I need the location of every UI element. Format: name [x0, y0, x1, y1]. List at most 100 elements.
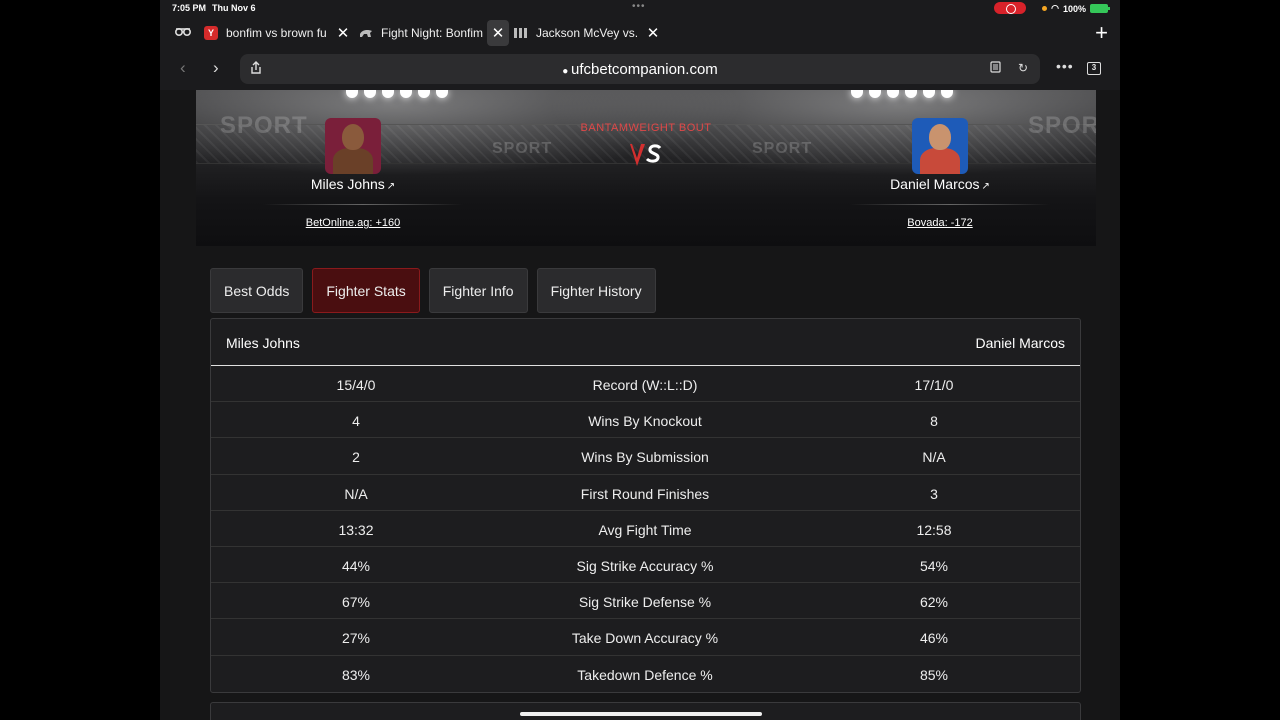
right-value: N/A: [922, 449, 946, 466]
back-icon[interactable]: ‹: [180, 58, 186, 78]
reload-icon[interactable]: ↻: [1018, 61, 1028, 75]
right-value: 85%: [919, 666, 949, 683]
status-bar: 7:05 PM Thu Nov 6 ••• ◠ 100%: [160, 0, 1120, 16]
screen-recording-icon[interactable]: [994, 2, 1026, 14]
cheetah-favicon-icon: [359, 26, 373, 40]
site-security-icon: ●: [562, 66, 572, 77]
tab-title: bonfim vs brown fu: [226, 26, 327, 40]
stat-label: Record (W::L::D): [592, 377, 698, 393]
status-date: Thu Nov 6: [212, 3, 256, 13]
url-text[interactable]: ● ufcbetcompanion.com: [240, 61, 1040, 78]
table-row: 2 Wins By Submission N/A: [211, 438, 1080, 475]
status-right: ◠ 100%: [1042, 3, 1110, 14]
fighter-card-left: Miles Johns ↗: [263, 118, 463, 205]
new-tab-icon[interactable]: +: [1095, 20, 1108, 46]
fight-section-tabs: Best Odds Fighter Stats Fighter Info Fig…: [210, 268, 656, 313]
external-link-icon: ↗: [386, 181, 396, 192]
tab-fighter-stats[interactable]: Fighter Stats: [312, 268, 420, 313]
avatar-head: [929, 124, 951, 150]
web-page: SPORT SPORT SPORT SPORT BANTAMWEIGHT BOU…: [160, 90, 1120, 720]
avatar-body: [920, 148, 960, 174]
table-row: 4 Wins By Knockout 8: [211, 402, 1080, 439]
stat-label: Sig Strike Defense %: [578, 594, 712, 611]
grid-favicon-icon: [514, 26, 528, 40]
home-indicator[interactable]: [520, 712, 762, 716]
left-value: N/A: [344, 485, 368, 502]
tab-fighter-history[interactable]: Fighter History: [536, 268, 656, 313]
left-value: 13:32: [338, 521, 374, 538]
stat-label: Takedown Defence %: [577, 666, 713, 683]
tab-title: Jackson McVey vs.: [536, 26, 639, 40]
table-row: 13:32 Avg Fight Time 12:58: [211, 511, 1080, 547]
divider: [263, 204, 463, 205]
next-section-card: [210, 702, 1081, 720]
battery-percent: 100%: [1062, 3, 1086, 14]
arena-lights-left: [346, 90, 448, 98]
left-value: 67%: [341, 594, 371, 611]
table-row: 27% Take Down Accuracy % 46%: [211, 619, 1080, 656]
stat-label: Wins By Knockout: [588, 413, 702, 430]
best-odds-link[interactable]: BetOnline.ag: +160: [263, 217, 443, 229]
table-row: 67% Sig Strike Defense % 62%: [211, 583, 1080, 620]
multitask-dots-icon[interactable]: •••: [632, 1, 646, 12]
fighter-avatar[interactable]: [325, 118, 381, 174]
versus-logo: [628, 138, 664, 178]
more-options-icon[interactable]: •••: [1056, 58, 1074, 74]
browser-nav-bar: ‹ › ● ufcbetcompanion.com ↻ ••• 3: [160, 52, 1120, 86]
table-row: 83% Takedown Defence % 85%: [211, 656, 1080, 692]
right-value: 62%: [919, 594, 949, 611]
fighter-name-link[interactable]: Daniel Marcos ↗: [850, 176, 1030, 192]
yandex-favicon-icon: Y: [204, 26, 218, 40]
close-tab-icon[interactable]: ✕: [332, 20, 354, 46]
address-bar[interactable]: ● ufcbetcompanion.com ↻: [240, 54, 1040, 84]
browser-tab-bar: Y bonfim vs brown fu ✕ Fight Night: Bonf…: [160, 18, 1120, 48]
tab-best-odds[interactable]: Best Odds: [210, 268, 304, 313]
status-time: 7:05 PM: [172, 3, 207, 13]
fighter-name-link[interactable]: Miles Johns ↗: [263, 176, 443, 192]
browser-tab-3[interactable]: Jackson McVey vs. ✕: [514, 18, 664, 48]
fight-hero-banner: SPORT SPORT SPORT SPORT BANTAMWEIGHT BOU…: [196, 90, 1096, 246]
browser-tab-1[interactable]: Y bonfim vs brown fu ✕: [204, 18, 354, 48]
private-browsing-icon[interactable]: [174, 24, 192, 42]
right-value: 12:58: [916, 521, 952, 538]
arena-banner-text: SPORT: [752, 140, 813, 157]
left-value: 4: [352, 413, 360, 430]
divider: [850, 204, 1050, 205]
left-value: 83%: [341, 666, 371, 683]
close-tab-icon[interactable]: ✕: [642, 20, 664, 46]
close-tab-icon[interactable]: ✕: [487, 20, 509, 46]
tab-count-button[interactable]: 3: [1087, 62, 1101, 75]
fighter-name: Daniel Marcos: [890, 176, 980, 192]
best-odds-link[interactable]: Bovada: -172: [850, 217, 1030, 229]
left-value: 27%: [341, 630, 371, 647]
mic-indicator-icon: [1042, 6, 1048, 11]
fighter-avatar[interactable]: [912, 118, 968, 174]
ipad-screen: 7:05 PM Thu Nov 6 ••• ◠ 100% Y bonfim vs…: [160, 0, 1120, 720]
reader-mode-icon[interactable]: [990, 61, 1001, 76]
fighter-stats-table: Miles Johns Daniel Marcos 15/4/0 Record (…: [210, 318, 1081, 693]
wifi-icon: ◠: [1051, 3, 1059, 13]
tab-fighter-info[interactable]: Fighter Info: [428, 268, 528, 313]
arena-lights-right: [851, 90, 953, 98]
right-value: 46%: [919, 630, 949, 647]
fighter-name: Miles Johns: [310, 176, 385, 192]
stat-label: First Round Finishes: [580, 485, 710, 502]
left-value: 15/4/0: [336, 377, 376, 393]
left-value: 2: [352, 449, 360, 466]
right-fighter-header: Daniel Marcos: [975, 335, 1065, 351]
table-row: 15/4/0 Record (W::L::D) 17/1/0: [211, 366, 1080, 403]
avatar-body: [333, 148, 373, 174]
right-value: 3: [930, 485, 938, 502]
url-value: ufcbetcompanion.com: [571, 61, 718, 78]
stat-label: Sig Strike Accuracy %: [576, 557, 714, 574]
external-link-icon: ↗: [981, 181, 990, 192]
table-row: N/A First Round Finishes 3: [211, 475, 1080, 511]
right-value: 8: [930, 413, 938, 430]
left-fighter-header: Miles Johns: [226, 335, 300, 351]
battery-icon: [1090, 4, 1110, 13]
browser-tab-2[interactable]: Fight Night: Bonfim ✕: [359, 18, 509, 48]
stat-label: Avg Fight Time: [598, 521, 692, 538]
forward-icon[interactable]: ›: [213, 58, 219, 78]
tab-title: Fight Night: Bonfim: [381, 26, 484, 40]
stat-label: Wins By Submission: [581, 449, 709, 466]
